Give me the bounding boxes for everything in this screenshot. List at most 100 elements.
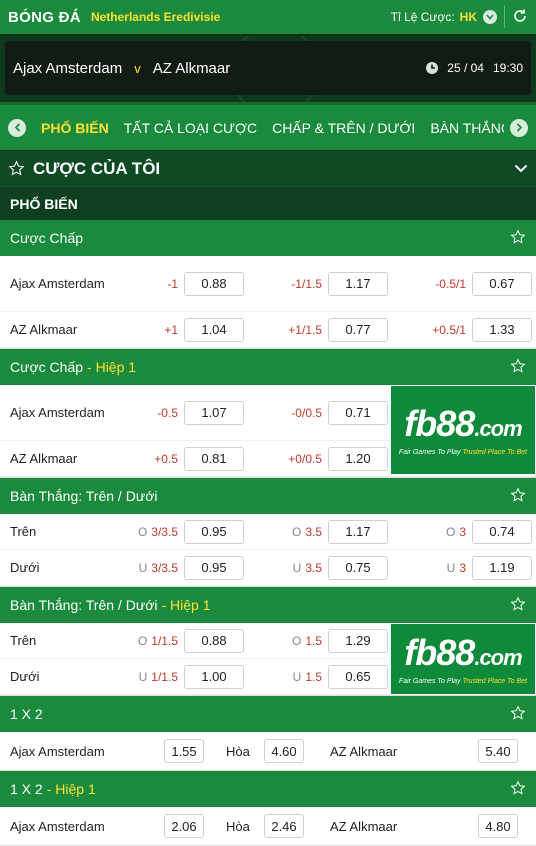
market-header[interactable]: 1 X 2 xyxy=(0,696,536,732)
market-header[interactable]: 1 X 2 - Hiệp 1 xyxy=(0,771,536,807)
odds-button[interactable]: 5.40 xyxy=(478,739,518,763)
odds-cell[interactable]: U 3.5 0.75 xyxy=(244,555,388,580)
odds-button[interactable]: 1.04 xyxy=(184,317,244,342)
odds-button[interactable]: 0.95 xyxy=(184,519,244,544)
odds-button[interactable]: 1.29 xyxy=(328,628,388,653)
odds-button[interactable]: 0.67 xyxy=(472,271,532,296)
home-label: Ajax Amsterdam xyxy=(10,743,105,759)
table-row: Ajax Amsterdam 1.55 Hòa 4.60 AZ Alkmaar … xyxy=(0,732,536,770)
market-header[interactable]: Bàn Thắng: Trên / Dưới xyxy=(0,478,536,514)
odds-button[interactable]: 1.00 xyxy=(184,664,244,689)
draw-label: Hòa xyxy=(226,743,250,759)
tab-all-bets[interactable]: TẤT CẢ LOẠI CƯỢC xyxy=(124,120,257,136)
fb88-ad-banner[interactable]: fb88.com Fair Games To Play Trusted Plac… xyxy=(391,624,535,694)
market-over-under-half1: Bàn Thắng: Trên / Dưới - Hiệp 1 Trên O 1/… xyxy=(0,587,536,696)
market-title: Bàn Thắng: Trên / Dưới xyxy=(10,597,158,613)
odds-button[interactable]: 0.71 xyxy=(328,400,388,425)
odds-format-selector[interactable]: Tỉ Lệ Cược: HK xyxy=(391,6,528,28)
odds-button[interactable]: 1.33 xyxy=(472,317,532,342)
goal-line: 1/1.5 xyxy=(151,633,178,648)
tabs-scroll-right-icon[interactable] xyxy=(510,118,528,137)
market-period: - Hiệp 1 xyxy=(46,781,96,797)
odds-cell[interactable]: +1 1.04 xyxy=(110,317,244,342)
ad-tagline-a: Fair Games To Play xyxy=(398,448,461,456)
versus-label: v xyxy=(134,60,141,76)
odds-button[interactable]: 0.88 xyxy=(184,271,244,296)
odds-button[interactable]: 0.95 xyxy=(184,555,244,580)
odds-cell[interactable]: -0/0.5 0.71 xyxy=(244,400,388,425)
tab-popular[interactable]: PHỔ BIẾN xyxy=(41,120,109,136)
refresh-icon[interactable] xyxy=(512,8,528,27)
odds-cell[interactable]: +0/0.5 1.20 xyxy=(244,446,388,471)
odds-cell[interactable]: O 3/3.5 0.95 xyxy=(110,519,244,544)
team-name: Dưới xyxy=(10,668,40,684)
odds-button[interactable]: 2.46 xyxy=(264,814,304,838)
odds-cell[interactable]: O 3 0.74 xyxy=(388,519,532,544)
ad-tagline: Fair Games To Play Trusted Place To Bet xyxy=(399,449,527,456)
odds-cell[interactable]: -1/1.5 1.17 xyxy=(244,271,388,296)
odds-cell[interactable]: +1/1.5 0.77 xyxy=(244,317,388,342)
odds-button[interactable]: 1.55 xyxy=(164,739,204,763)
handicap-line: -0/0.5 xyxy=(291,405,322,420)
tabs-scroll-left-icon[interactable] xyxy=(8,118,26,137)
market-header[interactable]: Cược Chấp - Hiệp 1 xyxy=(0,349,536,385)
fb88-logo: fb88.com xyxy=(404,633,522,677)
handicap-line: -0.5/1 xyxy=(435,276,466,291)
odds-button[interactable]: 1.07 xyxy=(184,400,244,425)
favorite-star-icon[interactable] xyxy=(510,595,526,615)
odds-cell[interactable]: -0.5/1 0.67 xyxy=(388,271,532,296)
goal-line: 3/3.5 xyxy=(151,560,178,575)
odds-button[interactable]: 0.81 xyxy=(184,446,244,471)
odds-button[interactable]: 1.19 xyxy=(472,555,532,580)
favorite-star-icon[interactable] xyxy=(510,704,526,724)
odds-cell[interactable]: -0.5 1.07 xyxy=(110,400,244,425)
away-team: AZ Alkmaar xyxy=(152,59,231,77)
handicap-line: -1/1.5 xyxy=(291,276,322,291)
odds-button[interactable]: 1.20 xyxy=(328,446,388,471)
odds-button[interactable]: 0.77 xyxy=(328,317,388,342)
odds-button[interactable]: 1.17 xyxy=(328,519,388,544)
market-title: 1 X 2 xyxy=(10,781,43,797)
ou-prefix: O xyxy=(291,524,302,539)
market-header[interactable]: Bàn Thắng: Trên / Dưới - Hiệp 1 xyxy=(0,587,536,623)
tab-goals[interactable]: BÀN THẮNG xyxy=(430,120,504,136)
section-title: PHỔ BIẾN xyxy=(0,186,536,220)
market-header[interactable]: Cược Chấp xyxy=(0,220,536,256)
odds-button[interactable]: 0.74 xyxy=(472,519,532,544)
odds-cell[interactable]: U 3/3.5 0.95 xyxy=(110,555,244,580)
favorite-star-icon[interactable] xyxy=(510,486,526,506)
market-1x2: 1 X 2 Ajax Amsterdam 1.55 Hòa 4.60 AZ Al… xyxy=(0,696,536,771)
my-bets-header[interactable]: CƯỢC CỦA TÔI xyxy=(0,150,536,186)
odds-button[interactable]: 0.88 xyxy=(184,628,244,653)
odds-cell[interactable]: O 3.5 1.17 xyxy=(244,519,388,544)
odds-button[interactable]: 2.06 xyxy=(164,814,204,838)
chevron-down-icon[interactable] xyxy=(483,10,497,24)
league-name[interactable]: Netherlands Eredivisie xyxy=(91,10,220,24)
odds-cell[interactable]: O 1.5 1.29 xyxy=(244,628,388,653)
tab-handicap-ou[interactable]: CHẤP & TRÊN / DƯỚI xyxy=(272,120,415,136)
favorite-star-icon[interactable] xyxy=(510,779,526,799)
favorite-star-icon[interactable] xyxy=(510,357,526,377)
odds-cell[interactable]: U 1/1.5 1.00 xyxy=(110,664,244,689)
odds-cell[interactable]: U 3 1.19 xyxy=(388,555,532,580)
odds-button[interactable]: 0.75 xyxy=(328,555,388,580)
table-row: Ajax Amsterdam 2.06 Hòa 2.46 AZ Alkmaar … xyxy=(0,807,536,845)
fb88-ad-banner[interactable]: fb88.com Fair Games To Play Trusted Plac… xyxy=(391,386,535,474)
odds-format-value[interactable]: HK xyxy=(460,10,477,24)
odds-cell[interactable]: -1 0.88 xyxy=(110,271,244,296)
odds-button[interactable]: 4.80 xyxy=(478,814,518,838)
market-period: - Hiệp 1 xyxy=(87,359,137,375)
market-title: Bàn Thắng: Trên / Dưới xyxy=(10,488,158,504)
odds-cell[interactable]: U 1.5 0.65 xyxy=(244,664,388,689)
odds-button[interactable]: 1.17 xyxy=(328,271,388,296)
odds-button[interactable]: 4.60 xyxy=(264,739,304,763)
odds-cell[interactable]: +0.5 0.81 xyxy=(110,446,244,471)
odds-button[interactable]: 0.65 xyxy=(328,664,388,689)
match-info: Ajax Amsterdam v AZ Alkmaar 25 / 04 19:3… xyxy=(5,41,531,95)
ou-prefix: U xyxy=(292,560,302,575)
match-banner: Ajax Amsterdam v AZ Alkmaar 25 / 04 19:3… xyxy=(0,34,536,102)
favorite-star-icon[interactable] xyxy=(510,228,526,248)
odds-cell[interactable]: +0.5/1 1.33 xyxy=(388,317,532,342)
chevron-down-icon[interactable] xyxy=(514,164,528,173)
odds-cell[interactable]: O 1/1.5 0.88 xyxy=(110,628,244,653)
